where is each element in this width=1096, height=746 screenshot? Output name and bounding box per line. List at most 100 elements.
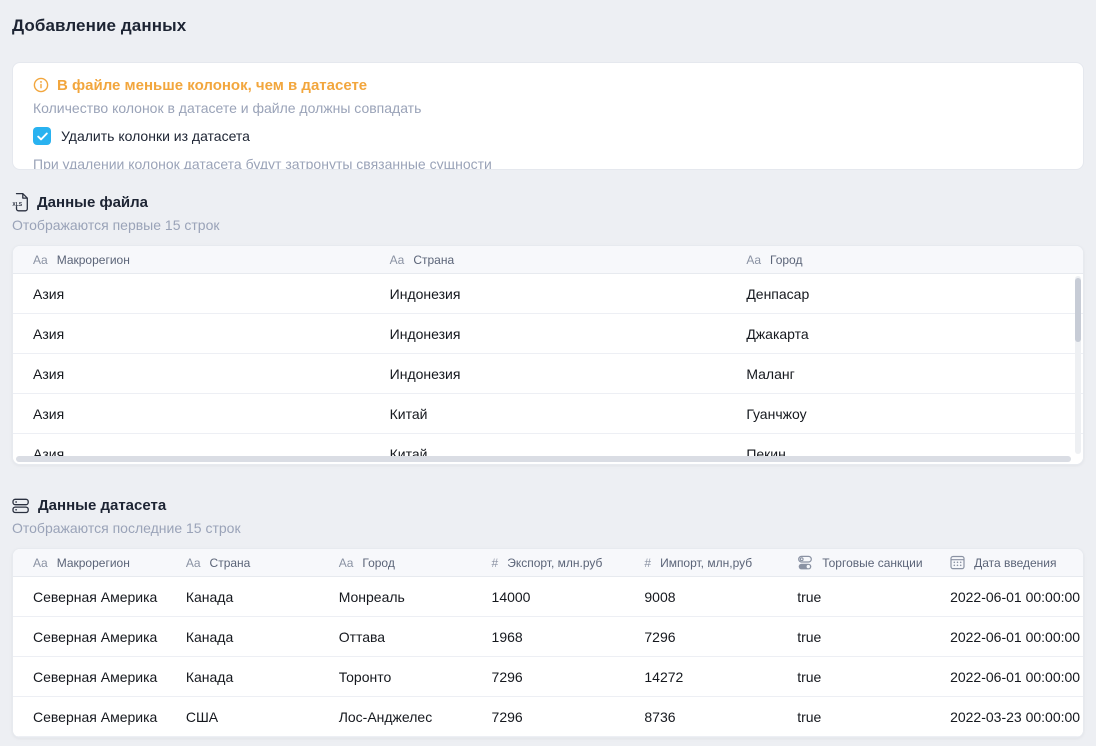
table-cell: Индонезия bbox=[370, 366, 727, 382]
column-header: Aa Макрорегион bbox=[13, 556, 166, 570]
table-cell: 9008 bbox=[624, 589, 777, 605]
text-type-icon: Aa bbox=[339, 557, 354, 569]
table-cell: 7296 bbox=[624, 629, 777, 645]
xls-file-icon: XLS bbox=[12, 192, 29, 213]
page-title: Добавление данных bbox=[12, 14, 1084, 38]
column-header: Дата введения bbox=[930, 555, 1083, 570]
column-label: Экспорт, млн.руб bbox=[507, 556, 602, 570]
column-label: Страна bbox=[413, 253, 454, 267]
number-type-icon: # bbox=[492, 557, 499, 569]
date-type-icon bbox=[950, 555, 965, 570]
table-cell: Торонто bbox=[319, 669, 472, 685]
column-header: Aa Страна bbox=[166, 556, 319, 570]
table-cell: Северная Америка bbox=[13, 629, 166, 645]
table-cell: 2022-03-23 00:00:00 bbox=[930, 709, 1083, 725]
vertical-scrollbar[interactable] bbox=[1075, 276, 1081, 454]
text-type-icon: Aa bbox=[33, 254, 48, 266]
dataset-section-subtitle: Отображаются последние 15 строк bbox=[12, 518, 1084, 538]
warning-title-row: В файле меньше колонок, чем в датасете bbox=[33, 74, 1063, 96]
table-cell: Лос-Анджелес bbox=[319, 709, 472, 725]
table-row: Северная АмерикаКанадаОттава19687296true… bbox=[13, 617, 1083, 657]
file-data-section: XLS Данные файла Отображаются первые 15 … bbox=[12, 192, 1084, 465]
table-cell: Северная Америка bbox=[13, 669, 166, 685]
table-row: АзияКитайГуанчжоу bbox=[13, 394, 1083, 434]
table-cell: 1968 bbox=[472, 629, 625, 645]
check-icon bbox=[37, 132, 48, 141]
column-label: Дата введения bbox=[974, 556, 1056, 570]
column-label: Торговые санкции bbox=[822, 556, 922, 570]
delete-columns-checkbox-label: Удалить колонки из датасета bbox=[61, 128, 250, 144]
horizontal-scrollbar[interactable] bbox=[16, 456, 1071, 462]
table-cell: 14000 bbox=[472, 589, 625, 605]
file-section-subtitle: Отображаются первые 15 строк bbox=[12, 215, 1084, 235]
table-cell: Маланг bbox=[726, 366, 1083, 382]
table-cell: Оттава bbox=[319, 629, 472, 645]
table-row: АзияИндонезияДенпасар bbox=[13, 274, 1083, 314]
table-row: Северная АмерикаСШАЛос-Анджелес72968736t… bbox=[13, 697, 1083, 737]
table-row: АзияИндонезияДжакарта bbox=[13, 314, 1083, 354]
table-cell: Китай bbox=[370, 406, 727, 422]
dataset-data-section: Данные датасета Отображаются последние 1… bbox=[12, 495, 1084, 738]
delete-columns-checkbox[interactable] bbox=[33, 127, 51, 145]
text-type-icon: Aa bbox=[33, 557, 48, 569]
table-cell: Северная Америка bbox=[13, 709, 166, 725]
column-header: Aa Макрорегион bbox=[13, 253, 370, 267]
column-header: Aa Город bbox=[319, 556, 472, 570]
dataset-data-table: Aa Макрорегион Aa Страна Aa Город # Экспорт, мл… bbox=[12, 548, 1084, 738]
table-cell: Монреаль bbox=[319, 589, 472, 605]
info-icon bbox=[33, 77, 49, 93]
table-header-row: Aa Макрорегион Aa Страна Aa Город # Экспорт, мл… bbox=[13, 549, 1083, 577]
warning-panel: В файле меньше колонок, чем в датасете К… bbox=[12, 62, 1084, 170]
table-cell: Северная Америка bbox=[13, 589, 166, 605]
text-type-icon: Aa bbox=[746, 254, 761, 266]
table-cell: Азия bbox=[13, 326, 370, 342]
text-type-icon: Aa bbox=[186, 557, 201, 569]
column-header: Торговые санкции bbox=[777, 555, 930, 571]
table-cell: true bbox=[777, 669, 930, 685]
text-type-icon: Aa bbox=[390, 254, 405, 266]
vertical-scrollbar-thumb[interactable] bbox=[1075, 278, 1081, 342]
page: Добавление данных В файле меньше колонок… bbox=[0, 14, 1096, 738]
column-label: Макрорегион bbox=[57, 253, 130, 267]
table-cell: Индонезия bbox=[370, 286, 727, 302]
table-row: Северная АмерикаКанадаТоронто729614272tr… bbox=[13, 657, 1083, 697]
delete-columns-checkbox-row[interactable]: Удалить колонки из датасета bbox=[33, 126, 1063, 146]
table-header-row: Aa Макрорегион Aa Страна Aa Город bbox=[13, 246, 1083, 274]
table-cell: true bbox=[777, 589, 930, 605]
table-cell: США bbox=[166, 709, 319, 725]
table-cell: 7296 bbox=[472, 669, 625, 685]
column-header: # Экспорт, млн.руб bbox=[472, 556, 625, 570]
table-cell: Азия bbox=[13, 286, 370, 302]
warning-title: В файле меньше колонок, чем в датасете bbox=[57, 77, 367, 94]
table-cell: Азия bbox=[13, 406, 370, 422]
svg-text:XLS: XLS bbox=[12, 202, 22, 208]
table-cell: Джакарта bbox=[726, 326, 1083, 342]
table-row: Северная АмерикаКанадаМонреаль140009008t… bbox=[13, 577, 1083, 617]
table-cell: Гуанчжоу bbox=[726, 406, 1083, 422]
file-section-title: Данные файла bbox=[37, 192, 148, 213]
table-cell: 14272 bbox=[624, 669, 777, 685]
table-cell: 2022-06-01 00:00:00 bbox=[930, 629, 1083, 645]
table-cell: Канада bbox=[166, 629, 319, 645]
file-data-table: AaМакрорегионAaСтранаAaГород АзияИндонез… bbox=[12, 245, 1084, 465]
table-row: АзияИндонезияМаланг bbox=[13, 354, 1083, 394]
column-header: Aa Страна bbox=[370, 253, 727, 267]
table-cell: true bbox=[777, 709, 930, 725]
column-label: Страна bbox=[210, 556, 251, 570]
column-label: Город bbox=[770, 253, 802, 267]
column-label: Макрорегион bbox=[57, 556, 130, 570]
column-label: Импорт, млн,руб bbox=[660, 556, 752, 570]
column-label: Город bbox=[362, 556, 394, 570]
table-cell: Канада bbox=[166, 669, 319, 685]
table-cell: Канада bbox=[166, 589, 319, 605]
warning-note: При удалении колонок датасета будут затр… bbox=[33, 154, 1063, 170]
table-cell: Денпасар bbox=[726, 286, 1083, 302]
warning-subtitle: Количество колонок в датасете и файле до… bbox=[33, 98, 1063, 118]
table-cell: 7296 bbox=[472, 709, 625, 725]
table-cell: Индонезия bbox=[370, 326, 727, 342]
database-icon bbox=[12, 498, 30, 514]
table-cell: 2022-06-01 00:00:00 bbox=[930, 589, 1083, 605]
table-cell: 2022-06-01 00:00:00 bbox=[930, 669, 1083, 685]
table-cell: 8736 bbox=[624, 709, 777, 725]
table-cell: true bbox=[777, 629, 930, 645]
